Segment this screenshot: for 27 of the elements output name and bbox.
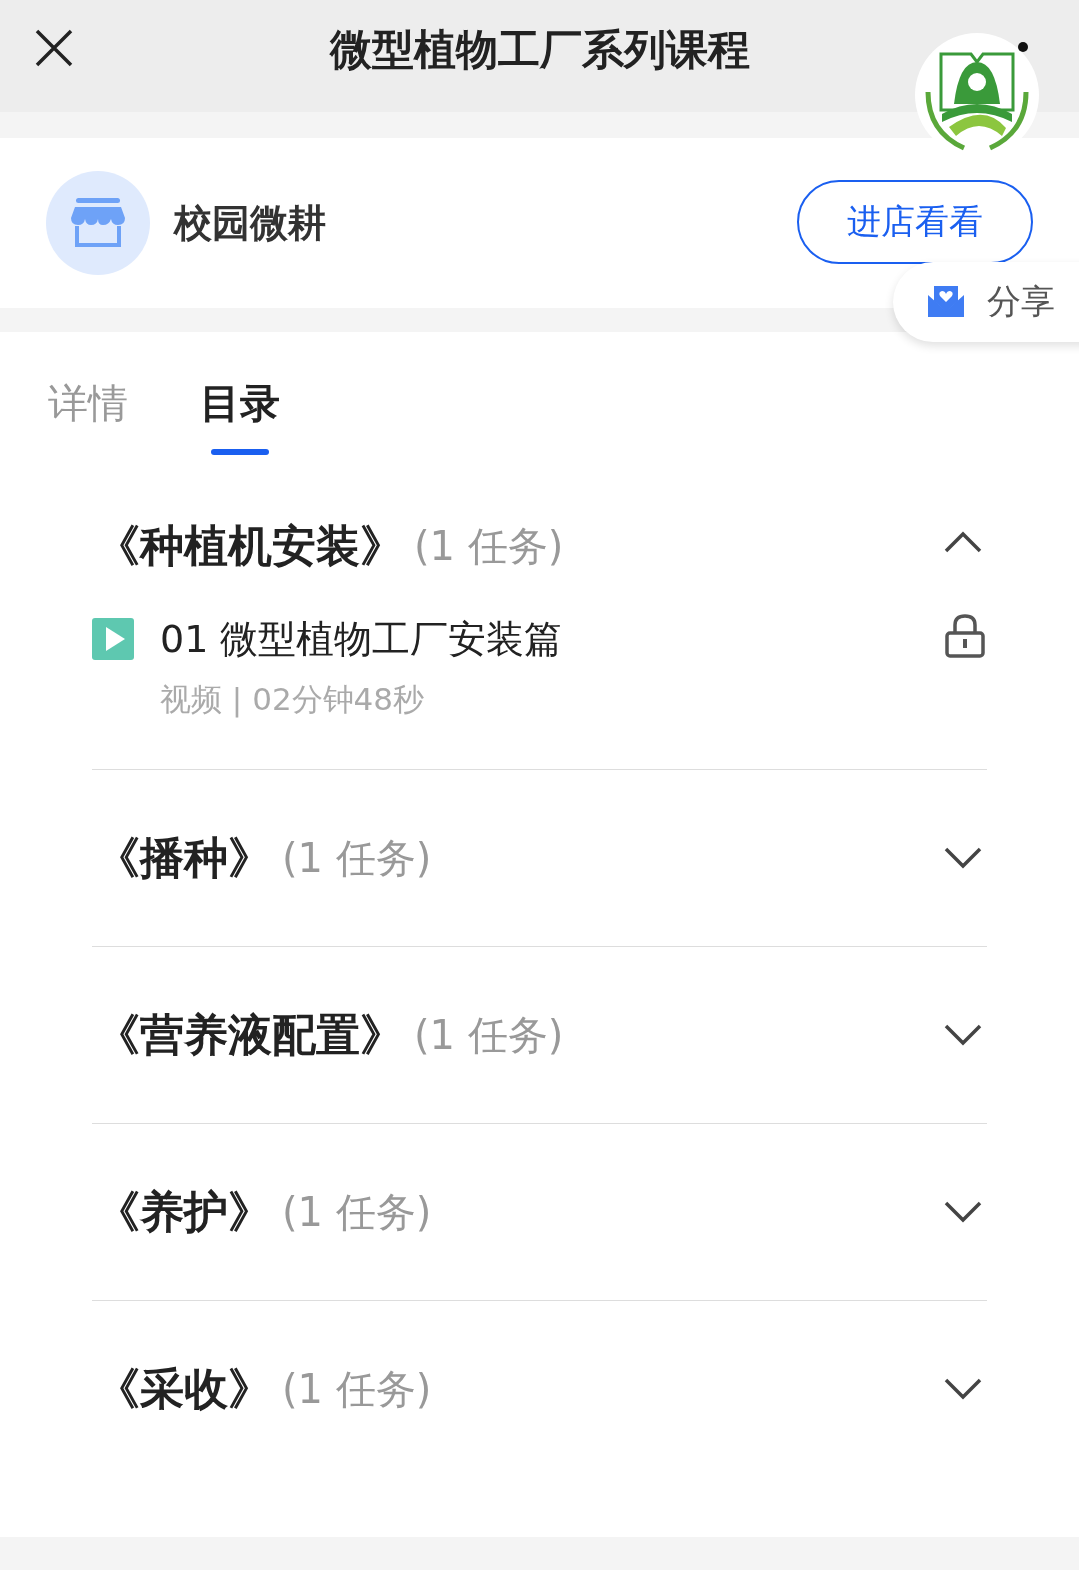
play-icon — [92, 618, 134, 660]
task-count: (1 任务) — [282, 833, 433, 883]
shop-name: 校园微耕 — [174, 199, 327, 247]
section-title[interactable]: 《养护》 — [96, 1182, 272, 1242]
notification-dot — [1018, 42, 1028, 52]
window-title: 微型植物工厂系列课程 — [329, 24, 750, 76]
chevron-icon[interactable] — [943, 1200, 983, 1224]
chevron-icon[interactable] — [943, 530, 983, 554]
tab[interactable]: 目录 — [200, 376, 280, 458]
chevron-icon[interactable] — [943, 1377, 983, 1401]
task-count: (1 任务) — [282, 1364, 433, 1414]
section-title[interactable]: 《营养液配置》 — [96, 1005, 404, 1065]
share-button[interactable]: 分享 — [893, 262, 1079, 342]
lesson-meta: 视频 | 02分钟48秒 — [160, 680, 426, 720]
section-title[interactable]: 《种植机安装》 — [96, 516, 404, 576]
task-count: (1 任务) — [414, 521, 565, 571]
chevron-icon[interactable] — [943, 846, 983, 870]
task-count: (1 任务) — [414, 1010, 565, 1060]
lesson-title[interactable]: 01 微型植物工厂安装篇 — [160, 614, 945, 665]
store-icon — [70, 198, 126, 248]
close-icon[interactable] — [34, 28, 74, 68]
chevron-icon[interactable] — [943, 1023, 983, 1047]
task-count: (1 任务) — [282, 1187, 433, 1237]
heart-envelope-icon — [927, 285, 965, 319]
visit-shop-button[interactable]: 进店看看 — [797, 180, 1033, 264]
section-title[interactable]: 《播种》 — [96, 828, 272, 888]
section-title[interactable]: 《采收》 — [96, 1359, 272, 1419]
